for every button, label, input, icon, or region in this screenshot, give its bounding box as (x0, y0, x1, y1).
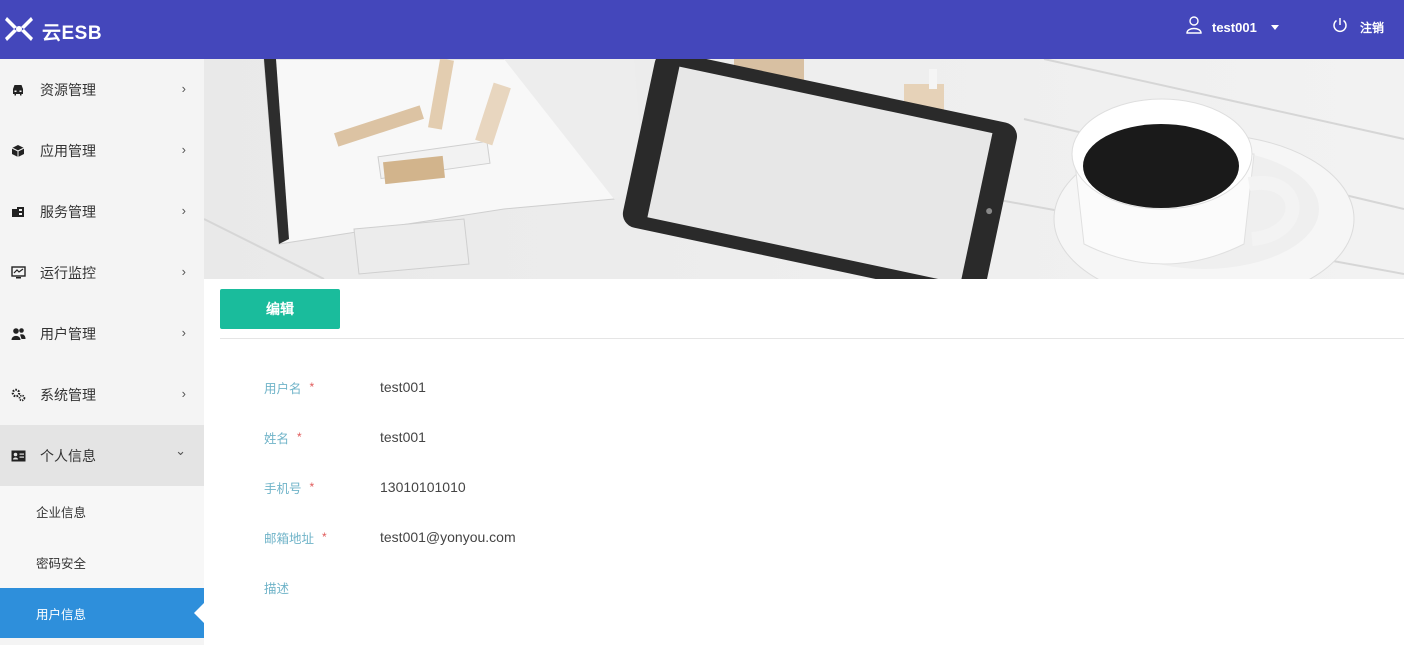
active-indicator (194, 603, 204, 623)
required-marker: * (297, 430, 302, 444)
id-card-icon (10, 448, 26, 464)
sidebar-item-label: 应用管理 (40, 142, 96, 159)
username-value: test001 (380, 379, 426, 395)
form-row-phone: 手机号 * 13010101010 (264, 477, 466, 497)
app-title: 云ESB (42, 23, 103, 44)
top-header: 云ESB test001 注销 (0, 0, 1404, 59)
monitor-icon (10, 265, 26, 281)
logo[interactable]: 云ESB (4, 14, 102, 49)
sidebar-item-service-management[interactable]: 服务管理 › (0, 181, 204, 242)
field-label-text: 姓名 (264, 431, 290, 446)
chevron-right-icon: › (181, 203, 186, 218)
sidebar-item-user-management[interactable]: 用户管理 › (0, 303, 204, 364)
user-icon (1186, 15, 1202, 39)
sidebar-subitem-label: 密码安全 (36, 557, 87, 571)
sidebar-item-label: 服务管理 (40, 203, 96, 220)
field-label-text: 手机号 (264, 481, 302, 496)
sidebar-item-personal-info[interactable]: 个人信息 ⌄ (0, 425, 204, 486)
sidebar-item-system-management[interactable]: 系统管理 › (0, 364, 204, 425)
required-marker: * (309, 480, 315, 494)
sidebar-subitem-label: 企业信息 (36, 506, 87, 520)
gears-icon (10, 387, 26, 403)
field-label-text: 描述 (264, 581, 290, 596)
form-row-email: 邮箱地址 * test001@yonyou.com (264, 527, 516, 547)
field-label-text: 用户名 (264, 381, 302, 396)
chevron-right-icon: › (181, 81, 186, 96)
cube-icon (10, 143, 26, 159)
user-menu[interactable]: test001 (1186, 15, 1279, 39)
sidebar-subitem-user-info[interactable]: 用户信息 (0, 588, 204, 638)
chevron-right-icon: › (181, 325, 186, 340)
field-label: 姓名 * (264, 428, 380, 447)
sidebar-item-runtime-monitoring[interactable]: 运行监控 › (0, 242, 204, 303)
chevron-down-icon (1270, 24, 1279, 30)
email-value: test001@yonyou.com (380, 529, 516, 545)
power-icon (1332, 17, 1348, 38)
required-marker: * (309, 380, 315, 394)
field-label-text: 邮箱地址 (264, 531, 315, 546)
field-label: 手机号 * (264, 478, 380, 497)
form-row-description: 描述 (264, 577, 380, 597)
toolbar: 编辑 (220, 289, 340, 329)
sidebar-item-label: 用户管理 (40, 325, 96, 342)
username: test001 (1212, 19, 1257, 35)
chevron-down-icon: ⌄ (175, 443, 186, 458)
edit-button[interactable]: 编辑 (220, 289, 340, 329)
sidebar-item-label: 资源管理 (40, 81, 96, 98)
sidebar-subitem-password-security[interactable]: 密码安全 (0, 537, 204, 588)
phone-value: 13010101010 (380, 479, 466, 495)
field-label: 描述 (264, 578, 380, 597)
service-icon (10, 204, 26, 220)
sidebar-item-label: 运行监控 (40, 264, 96, 281)
sidebar-item-label: 系统管理 (40, 386, 96, 403)
sidebar-subitem-label: 用户信息 (36, 607, 87, 622)
chevron-right-icon: › (181, 386, 186, 401)
field-label: 用户名 * (264, 378, 380, 397)
form-row-name: 姓名 * test001 (264, 427, 426, 447)
name-value: test001 (380, 429, 426, 445)
sidebar-subitem-company-info[interactable]: 企业信息 (0, 486, 204, 537)
sidebar: 资源管理 › 应用管理 › 服务管理 › 运行监控 › 用户管理 › 系统管理 … (0, 59, 204, 645)
banner-image (204, 59, 1404, 279)
car-icon (10, 82, 26, 98)
sidebar-item-app-management[interactable]: 应用管理 › (0, 120, 204, 181)
divider (220, 338, 1404, 339)
sidebar-item-label: 个人信息 (40, 447, 96, 464)
users-icon (10, 326, 26, 342)
logout-label: 注销 (1360, 20, 1385, 35)
chevron-right-icon: › (181, 142, 186, 157)
field-label: 邮箱地址 * (264, 528, 380, 547)
form-row-username: 用户名 * test001 (264, 377, 426, 397)
sidebar-item-resource-management[interactable]: 资源管理 › (0, 59, 204, 120)
chevron-right-icon: › (181, 264, 186, 279)
logout-button[interactable]: 注销 (1332, 16, 1384, 38)
required-marker: * (322, 530, 327, 544)
logo-icon (4, 14, 34, 49)
